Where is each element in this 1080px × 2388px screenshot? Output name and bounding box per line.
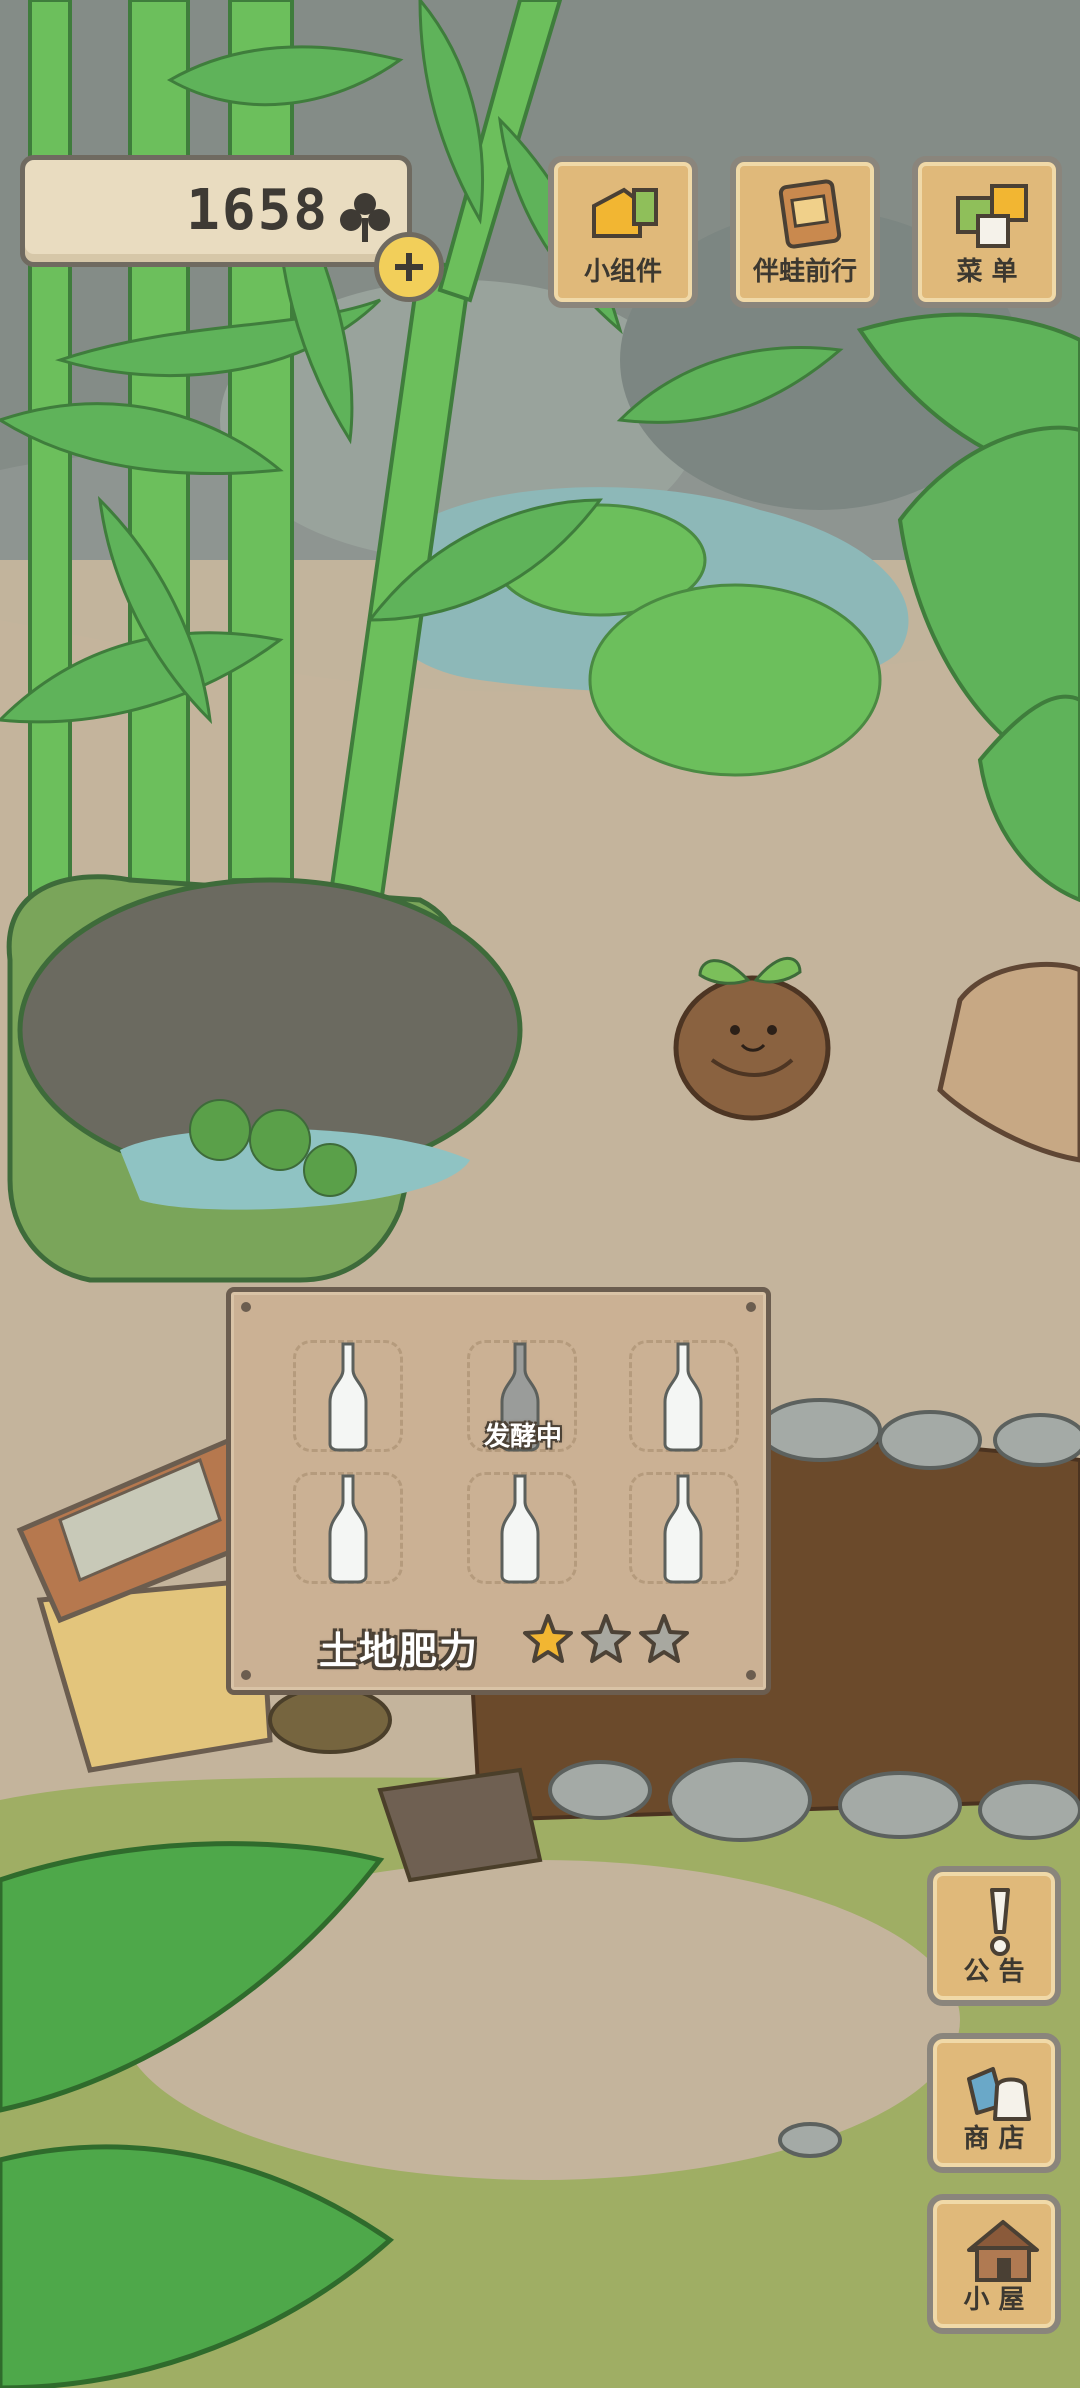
garden-scene bbox=[0, 0, 1080, 2388]
widget-icon bbox=[592, 187, 658, 238]
fertility-star-empty-icon bbox=[639, 1614, 689, 1663]
travel-with-frog-button[interactable]: 伴蛙前行 bbox=[730, 156, 880, 308]
announcement-button[interactable]: 公 告 bbox=[927, 1866, 1061, 2006]
exclamation-icon bbox=[990, 1888, 1010, 1956]
shop-button[interactable]: 商 店 bbox=[927, 2033, 1061, 2173]
clover-counter: 1658 bbox=[20, 155, 412, 267]
house-button[interactable]: 小 屋 bbox=[927, 2194, 1061, 2334]
shop-label: 商 店 bbox=[963, 2124, 1025, 2154]
clover-icon bbox=[340, 193, 390, 242]
menu-icon bbox=[956, 184, 1028, 248]
empty-bottle-icon[interactable] bbox=[326, 1472, 370, 1584]
add-clovers-button[interactable] bbox=[374, 232, 444, 302]
fertility-star-filled-icon bbox=[523, 1614, 573, 1663]
nail bbox=[746, 1670, 756, 1680]
plus-icon bbox=[395, 253, 423, 281]
widget-label: 小组件 bbox=[583, 257, 662, 287]
fertility-star-empty-icon bbox=[581, 1614, 631, 1663]
travel-album-icon bbox=[778, 179, 842, 249]
fermentation-panel: 发酵中 土地肥力 bbox=[226, 1287, 771, 1695]
house-label: 小 屋 bbox=[963, 2285, 1025, 2315]
empty-bottle-icon[interactable] bbox=[661, 1472, 705, 1584]
widget-button[interactable]: 小组件 bbox=[548, 156, 698, 308]
soil-fertility-label: 土地肥力 bbox=[319, 1629, 480, 1673]
nail bbox=[746, 1302, 756, 1312]
clover-count: 1658 bbox=[186, 178, 329, 243]
empty-bottle-icon[interactable] bbox=[498, 1472, 542, 1584]
nail bbox=[241, 1670, 251, 1680]
nail bbox=[241, 1302, 251, 1312]
menu-label: 菜 单 bbox=[956, 257, 1018, 287]
house-icon bbox=[967, 2220, 1039, 2282]
empty-bottle-icon[interactable] bbox=[661, 1340, 705, 1452]
shop-bag-icon bbox=[967, 2067, 1031, 2121]
fermenting-status: 发酵中 bbox=[483, 1422, 562, 1452]
announcement-label: 公 告 bbox=[963, 1957, 1025, 1987]
menu-button[interactable]: 菜 单 bbox=[912, 156, 1062, 308]
empty-bottle-icon[interactable] bbox=[326, 1340, 370, 1452]
travel-with-frog-label: 伴蛙前行 bbox=[752, 257, 857, 287]
